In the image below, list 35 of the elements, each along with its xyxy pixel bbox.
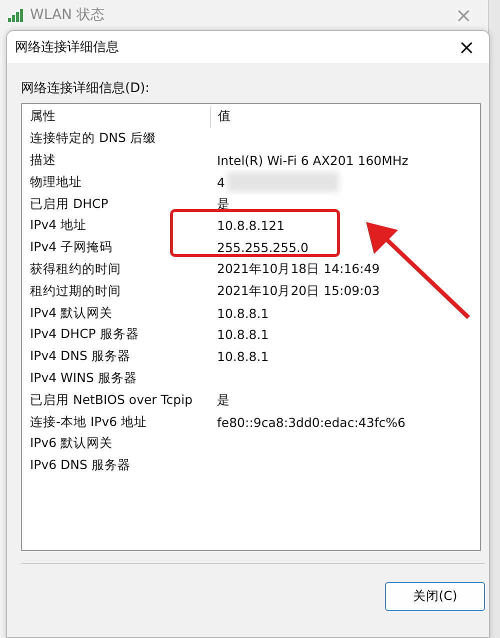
- property-cell-text: IPv6 DNS 服务器: [29, 457, 132, 474]
- property-cell-text: 已启用 NetBIOS over Tcpip: [29, 392, 194, 409]
- property-cell-text: IPv4 WINS 服务器: [29, 370, 138, 387]
- dialog-title: 网络连接详细信息: [15, 39, 119, 56]
- column-header[interactable]: 属性: [26, 106, 211, 128]
- property-cell-text: IPv4 DNS 服务器: [29, 348, 132, 366]
- property-cell-text: IPv4 DHCP 服务器: [29, 326, 140, 344]
- close-button[interactable]: ×: [458, 35, 481, 59]
- property-cell-text: IPv6 默认网关: [29, 435, 114, 452]
- property-cell-text: IPv4 默认网关: [29, 304, 114, 322]
- close-button[interactable]: 关闭(C): [385, 582, 485, 611]
- property-cell-text: 获得租约的时间: [29, 260, 122, 278]
- value-cell: 2021年10月20日 15:09:03: [217, 282, 380, 300]
- property-cell-text: 连接-本地 IPv6 地址: [29, 414, 148, 431]
- signal-icon: [8, 8, 26, 22]
- property-cell-text: 租约过期的时间: [29, 282, 122, 300]
- list-label: 网络连接详细信息(D):: [21, 80, 151, 97]
- value-cell: 10.8.8.1: [217, 349, 269, 364]
- property-cell-text: 物理地址: [29, 174, 83, 191]
- property-cell-text: IPv4 子网掩码: [29, 239, 114, 256]
- property-cell-text: 已启用 DHCP: [29, 196, 110, 213]
- property-cell-text: 连接特定的 DNS 后缀: [29, 130, 157, 148]
- value-cell: Intel(R) Wi-Fi 6 AX201 160MHz: [217, 152, 408, 168]
- value-cell: 255.255.255.0: [217, 240, 308, 256]
- value-cell: 4: [217, 174, 225, 190]
- value-cell: fe80::9ca8:3dd0:edac:43fc%6: [217, 414, 406, 430]
- property-cell-text: 描述: [29, 152, 57, 169]
- property-cell-text: IPv4 地址: [29, 217, 88, 234]
- column-header[interactable]: 值: [211, 106, 231, 128]
- value-cell: 10.8.8.1: [217, 327, 269, 342]
- value-cell: 是: [217, 392, 230, 409]
- window-title: WLAN 状态: [30, 6, 104, 24]
- value-cell: 10.8.8.121: [217, 218, 285, 234]
- value-cell: 10.8.8.1: [217, 306, 269, 321]
- value-cell: 2021年10月18日 14:16:49: [217, 260, 380, 278]
